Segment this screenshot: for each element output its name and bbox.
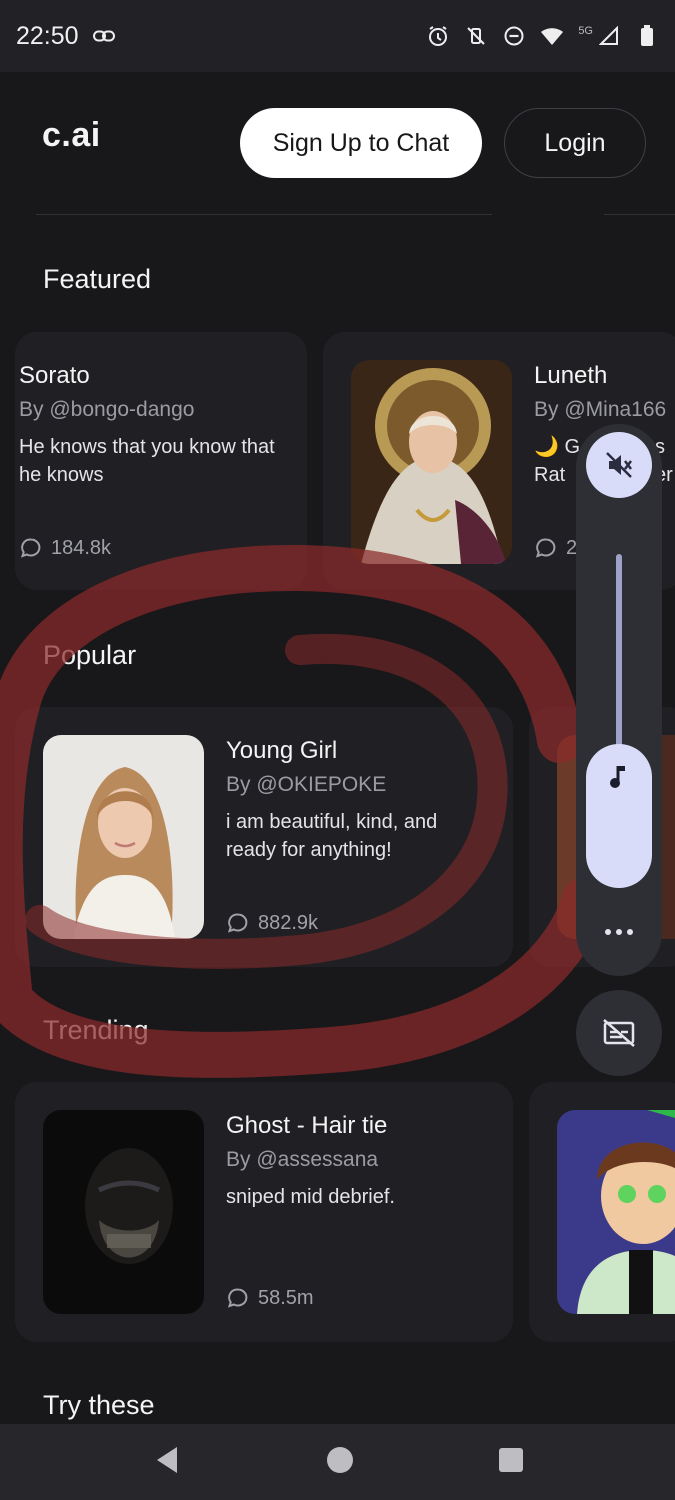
login-button[interactable]: Login: [504, 108, 646, 178]
captions-off-icon[interactable]: [576, 990, 662, 1076]
chat-count-value: 184.8k: [51, 536, 112, 559]
section-title-popular: Popular: [43, 640, 137, 670]
logo[interactable]: c.ai: [42, 116, 101, 155]
status-time: 22:50: [16, 21, 79, 50]
chat-count-value: 882.9k: [258, 911, 319, 934]
chat-bubble-icon: [227, 913, 248, 933]
character-name: Sorato: [19, 362, 90, 389]
character-avatar: [43, 735, 204, 939]
volume-panel[interactable]: [576, 424, 662, 976]
signal-icon: [597, 24, 621, 48]
volume-off-icon[interactable]: [586, 432, 652, 498]
header-divider: [36, 214, 492, 215]
battery-icon: [635, 24, 659, 48]
character-author: By @bongo-dango: [19, 398, 195, 421]
character-name: Luneth: [534, 362, 608, 389]
alarm-icon: [426, 24, 450, 48]
navigation-bar: [0, 1424, 675, 1500]
wifi-icon: [540, 24, 564, 48]
status-bar: 22:50 5G: [0, 0, 675, 72]
link-icon: [92, 30, 115, 42]
chat-count: 882.9k: [226, 911, 318, 935]
chat-bubble-icon: [227, 1288, 248, 1308]
chat-bubble-icon: [20, 538, 41, 558]
chat-count: 2: [534, 536, 577, 560]
trending-card-partial[interactable]: [529, 1082, 675, 1342]
network-type: 5G: [578, 25, 593, 37]
section-title-featured: Featured: [43, 264, 152, 294]
popular-card-young-girl[interactable]: Young Girl By @OKIEPOKE i am beautiful, …: [15, 707, 513, 967]
character-description: i am beautiful, kind, and ready for anyt…: [226, 811, 438, 861]
header-divider-right: [604, 214, 675, 215]
character-description: sniped mid debrief.: [226, 1186, 395, 1208]
volume-slider-track[interactable]: [616, 554, 622, 754]
character-avatar: [557, 1110, 675, 1314]
character-author: By @Mina166: [534, 398, 667, 421]
signup-button[interactable]: Sign Up to Chat: [240, 108, 482, 178]
character-description-line-2: Rat: [534, 464, 566, 486]
section-title-trending: Trending: [43, 1015, 149, 1045]
character-author: By @OKIEPOKE: [226, 773, 387, 796]
more-icon[interactable]: [594, 912, 644, 952]
chat-bubble-icon: [535, 538, 556, 558]
dnd-icon: [502, 24, 526, 48]
trending-card-ghost[interactable]: Ghost - Hair tie By @assessana sniped mi…: [15, 1082, 513, 1342]
section-title-try-these: Try these: [43, 1390, 155, 1420]
vibrate-off-icon: [464, 24, 488, 48]
character-name: Young Girl: [226, 737, 338, 764]
character-avatar: [351, 360, 512, 564]
home-icon[interactable]: [326, 1446, 354, 1479]
character-description: 🌙 G: [534, 436, 581, 458]
back-icon[interactable]: [153, 1445, 181, 1480]
character-avatar: [43, 1110, 204, 1314]
character-description: He knows that you know that he knows: [19, 436, 275, 486]
character-name: Ghost - Hair tie: [226, 1112, 388, 1139]
chat-count: 58.5m: [226, 1286, 314, 1310]
music-note-icon: [608, 762, 630, 888]
featured-card-sorato[interactable]: Sorato By @bongo-dango He knows that you…: [15, 332, 307, 590]
character-author: By @assessana: [226, 1148, 379, 1171]
recents-icon[interactable]: [498, 1447, 523, 1477]
chat-count: 184.8k: [19, 536, 111, 560]
volume-slider-thumb[interactable]: [586, 744, 652, 888]
chat-count-value: 58.5m: [258, 1286, 314, 1309]
